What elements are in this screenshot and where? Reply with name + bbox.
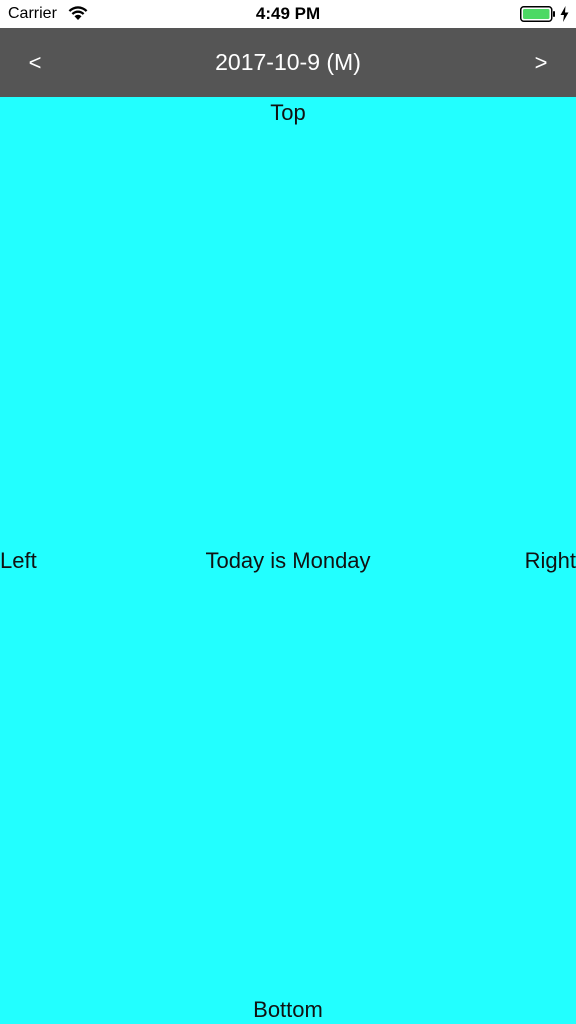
bottom-label: Bottom	[253, 997, 323, 1022]
date-title: 2017-10-9 (M)	[215, 49, 361, 75]
charging-bolt-icon	[560, 6, 569, 22]
top-label: Top	[270, 100, 306, 125]
next-day-button[interactable]: >	[520, 42, 562, 84]
status-time: 4:49 PM	[255, 4, 321, 23]
right-label: Right	[524, 548, 576, 573]
status-bar: Carrier 4:49 PM	[0, 0, 576, 28]
navigation-bar: < 2017-10-9 (M) >	[0, 28, 576, 97]
day-message: Today is Monday	[205, 548, 371, 573]
previous-day-button[interactable]: <	[14, 42, 56, 84]
battery-icon	[520, 6, 555, 22]
day-content-area[interactable]: Top Left Today is Monday Right Bottom	[0, 97, 576, 1024]
